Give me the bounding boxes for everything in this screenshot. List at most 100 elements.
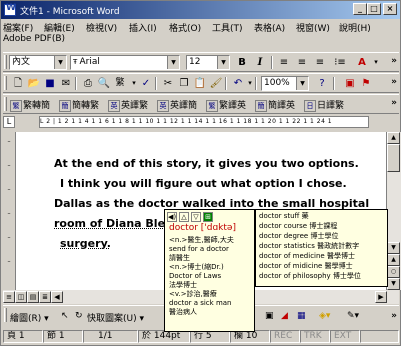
numbered-list-icon[interactable]: ⁝≡ [333,56,347,69]
phrase-item[interactable]: doctor course 博士課程 [259,222,337,230]
menu-insert[interactable]: 插入(I) [129,21,157,34]
italic-button[interactable]: I [253,56,267,69]
cut-icon[interactable]: ✂ [161,77,175,90]
phrase-item[interactable]: doctor statistics 醫政統計數字 [259,242,359,250]
copy-icon[interactable]: ❐ [177,77,191,90]
insert-chart-icon[interactable]: ◢ [281,311,288,321]
menu-table[interactable]: 表格(A) [254,21,285,34]
permission-icon[interactable]: ✉ [59,77,73,90]
menu-window[interactable]: 視窗(W) [296,21,330,34]
ruler-scale[interactable]: L 2 | 1 2 1 1 4 1 1 6 1 1 8 1 1 10 1 1 1… [39,116,369,128]
zoom-combo[interactable]: 100% ▼ [261,76,309,91]
toolbar-overflow-icon[interactable]: » [391,98,397,108]
document-line[interactable]: surgery. [60,237,111,250]
simp-to-eng-button[interactable]: 簡簡譯英 [255,98,295,112]
document-line[interactable]: room of Diana Ble [54,217,165,230]
pdf-mail-icon[interactable]: ⚑ [359,77,373,90]
close-button[interactable]: × [383,3,397,15]
status-trk[interactable]: TRK [300,330,330,343]
menu-file[interactable]: 檔案(F) [3,21,33,34]
scroll-right-icon[interactable]: ▶ [375,291,387,303]
new-document-icon[interactable]: 🗋 [11,77,25,90]
toolbar-overflow-icon[interactable]: » [391,56,397,66]
toolbar-grip[interactable] [4,308,7,322]
status-ext[interactable]: EXT [330,330,360,343]
document-line[interactable]: I think you will figure out what option … [60,177,347,190]
font-color-dropdown-icon[interactable]: ▾ [369,56,383,69]
paste-icon[interactable]: 📋 [193,77,207,90]
menu-tools[interactable]: 工具(T) [212,21,243,34]
chevron-down-icon[interactable]: ▼ [54,56,66,69]
scroll-up-icon[interactable]: ▲ [387,132,400,144]
scroll-down-icon[interactable]: ▼ [387,242,400,254]
pronounce-icon[interactable]: ◀) [167,212,177,222]
menu-edit[interactable]: 編輯(E) [44,21,75,34]
print-preview-icon[interactable]: 🔍 [97,77,111,90]
traditional-convert-icon[interactable]: 繁 [113,77,127,90]
phrase-item[interactable]: doctor degree 博士學位 [259,232,338,240]
triangle-up-icon[interactable]: △ [179,212,189,222]
toolbar-grip[interactable] [4,97,7,111]
menu-help[interactable]: 說明(H) [339,21,371,34]
font-combo[interactable]: Ŧ Arial ▼ [70,55,180,70]
outline-view-icon[interactable]: ≣ [39,291,51,303]
expand-icon[interactable]: ⊞ [203,212,213,222]
eng-to-trad-button[interactable]: 英英譯繁 [108,98,148,112]
menu-adobe-pdf[interactable]: Adobe PDF(B) [3,34,65,44]
web-view-icon[interactable]: ◫ [15,291,27,303]
scroll-left-icon[interactable]: ◀ [51,291,63,303]
fill-color-icon[interactable]: ◈▾ [319,311,330,321]
phrase-item[interactable]: doctor stuff 藥 [259,212,309,220]
minimize-button[interactable]: _ [353,3,367,15]
line-spacing-icon[interactable]: ≡ [313,56,327,69]
status-rec[interactable]: REC [270,330,300,343]
toolbar-overflow-icon[interactable]: » [391,311,397,321]
open-folder-icon[interactable]: 📂 [27,77,41,90]
menu-format[interactable]: 格式(O) [169,21,201,34]
trad-to-eng-button[interactable]: 繁繁譯英 [206,98,246,112]
align-center-icon[interactable]: ≡ [295,56,309,69]
triangle-down-icon[interactable]: ▽ [191,212,201,222]
font-color-icon[interactable]: A [355,56,369,69]
normal-view-icon[interactable]: ≡ [3,291,15,303]
autoshapes-button[interactable]: 快取圖案(U) ▾ [87,311,144,324]
tab-stop-selector[interactable]: L [3,116,15,128]
chevron-down-icon[interactable]: ▼ [217,56,229,69]
rotate-icon[interactable]: ↻ [75,311,83,321]
select-objects-icon[interactable]: ↖ [61,311,69,321]
print-icon[interactable]: ⎙ [81,77,95,90]
next-page-icon[interactable]: ▼ [387,278,400,290]
save-icon[interactable]: ■ [43,77,57,90]
phrase-item[interactable]: doctor of medicine 醫學博士 [259,252,355,260]
chevron-down-icon[interactable]: ▼ [167,56,179,69]
eng-to-simp-button[interactable]: 英英譯簡 [157,98,197,112]
previous-page-icon[interactable]: ▲ [387,254,400,266]
bold-button[interactable]: B [235,56,249,69]
phrase-item[interactable]: doctor of midicine 醫學博士 [259,262,353,270]
print-layout-icon[interactable]: ▤ [27,291,39,303]
draw-menu-button[interactable]: 繪圖(R) ▾ [10,311,49,324]
toolbar-overflow-icon[interactable]: » [391,77,397,87]
menu-view[interactable]: 檢視(V) [86,21,117,34]
scroll-thumb[interactable] [387,144,400,172]
line-color-icon[interactable]: ✎▾ [347,311,359,321]
phrase-item[interactable]: doctor of philosophy 博士學位 [259,272,361,280]
align-left-icon[interactable]: ≡ [277,56,291,69]
browse-object-icon[interactable]: ○ [387,266,400,278]
maximize-button[interactable]: □ [367,3,381,15]
jpn-to-trad-button[interactable]: 日日譯繁 [304,98,344,112]
toolbar-grip[interactable] [4,76,7,90]
chevron-down-icon[interactable]: ▼ [296,77,308,90]
font-size-combo[interactable]: 12 ▼ [186,55,230,70]
insert-picture-icon[interactable]: ▣ [265,311,274,321]
word-app-icon[interactable] [4,3,16,16]
help-icon[interactable]: ? [315,77,329,90]
clipart-icon[interactable]: ▦ [297,311,306,321]
pdf-icon[interactable]: ▣ [343,77,357,90]
title-bar[interactable]: 文件1 - Microsoft Word _ □ × [1,1,400,19]
spelling-icon[interactable]: ✓ [139,77,153,90]
toolbar-grip[interactable] [4,55,7,69]
vertical-scrollbar[interactable]: ▲ ▼ ▲ ○ ▼ [386,132,401,290]
format-painter-icon[interactable]: 🖌 [209,77,223,90]
simp-to-trad-button[interactable]: 簡簡轉繁 [59,98,99,112]
